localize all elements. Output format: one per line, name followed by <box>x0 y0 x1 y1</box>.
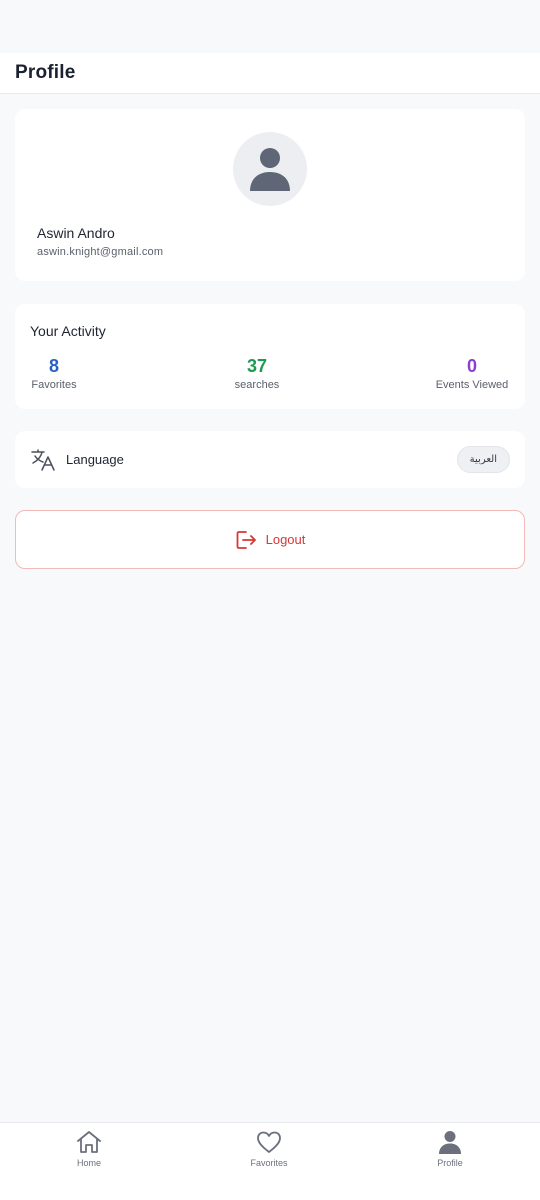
user-avatar-icon[interactable] <box>233 132 307 206</box>
status-bar-area <box>0 0 540 53</box>
logout-label: Logout <box>265 532 306 547</box>
stat-searches-value: 37 <box>246 356 268 376</box>
user-name: Aswin Andro <box>37 225 115 241</box>
home-icon <box>77 1131 101 1153</box>
stat-favorites-label: Favorites <box>31 379 77 391</box>
stat-events-value: 0 <box>466 356 477 376</box>
nav-home[interactable]: Home <box>44 1129 134 1168</box>
activity-title: Your Activity <box>30 323 106 339</box>
profile-card: Aswin Andro aswin.knight@gmail.com <box>15 109 525 281</box>
stat-favorites: 8 Favorites <box>30 355 78 391</box>
language-label: Language <box>66 452 124 467</box>
profile-icon <box>439 1131 461 1154</box>
nav-profile-label: Profile <box>437 1158 463 1168</box>
user-email: aswin.knight@gmail.com <box>37 246 164 258</box>
logout-button[interactable]: Logout <box>15 510 525 569</box>
nav-favorites-label: Favorites <box>250 1158 288 1168</box>
profile-screen: Profile Aswin Andro aswin.knight@gmail.c… <box>0 0 540 1200</box>
language-row[interactable]: Language العربية <box>15 431 525 488</box>
heart-icon <box>257 1131 281 1153</box>
stat-events-viewed: 0 Events Viewed <box>432 355 512 391</box>
stat-favorites-value: 8 <box>48 356 59 376</box>
page-title: Profile <box>15 62 76 83</box>
app-header: Profile <box>0 53 540 94</box>
activity-card: Your Activity 8 Favorites 37 searches 0 … <box>15 304 525 409</box>
logout-icon <box>236 530 256 549</box>
stat-events-label: Events Viewed <box>435 379 509 391</box>
translate-icon <box>31 449 55 471</box>
nav-home-label: Home <box>76 1158 101 1168</box>
nav-profile[interactable]: Profile <box>405 1129 495 1168</box>
stat-searches: 37 searches <box>225 355 289 391</box>
bottom-nav: Home Favorites Profile <box>0 1122 540 1200</box>
nav-favorites[interactable]: Favorites <box>224 1129 314 1168</box>
stat-searches-label: searches <box>234 379 280 391</box>
language-toggle-button[interactable]: العربية <box>456 446 510 473</box>
